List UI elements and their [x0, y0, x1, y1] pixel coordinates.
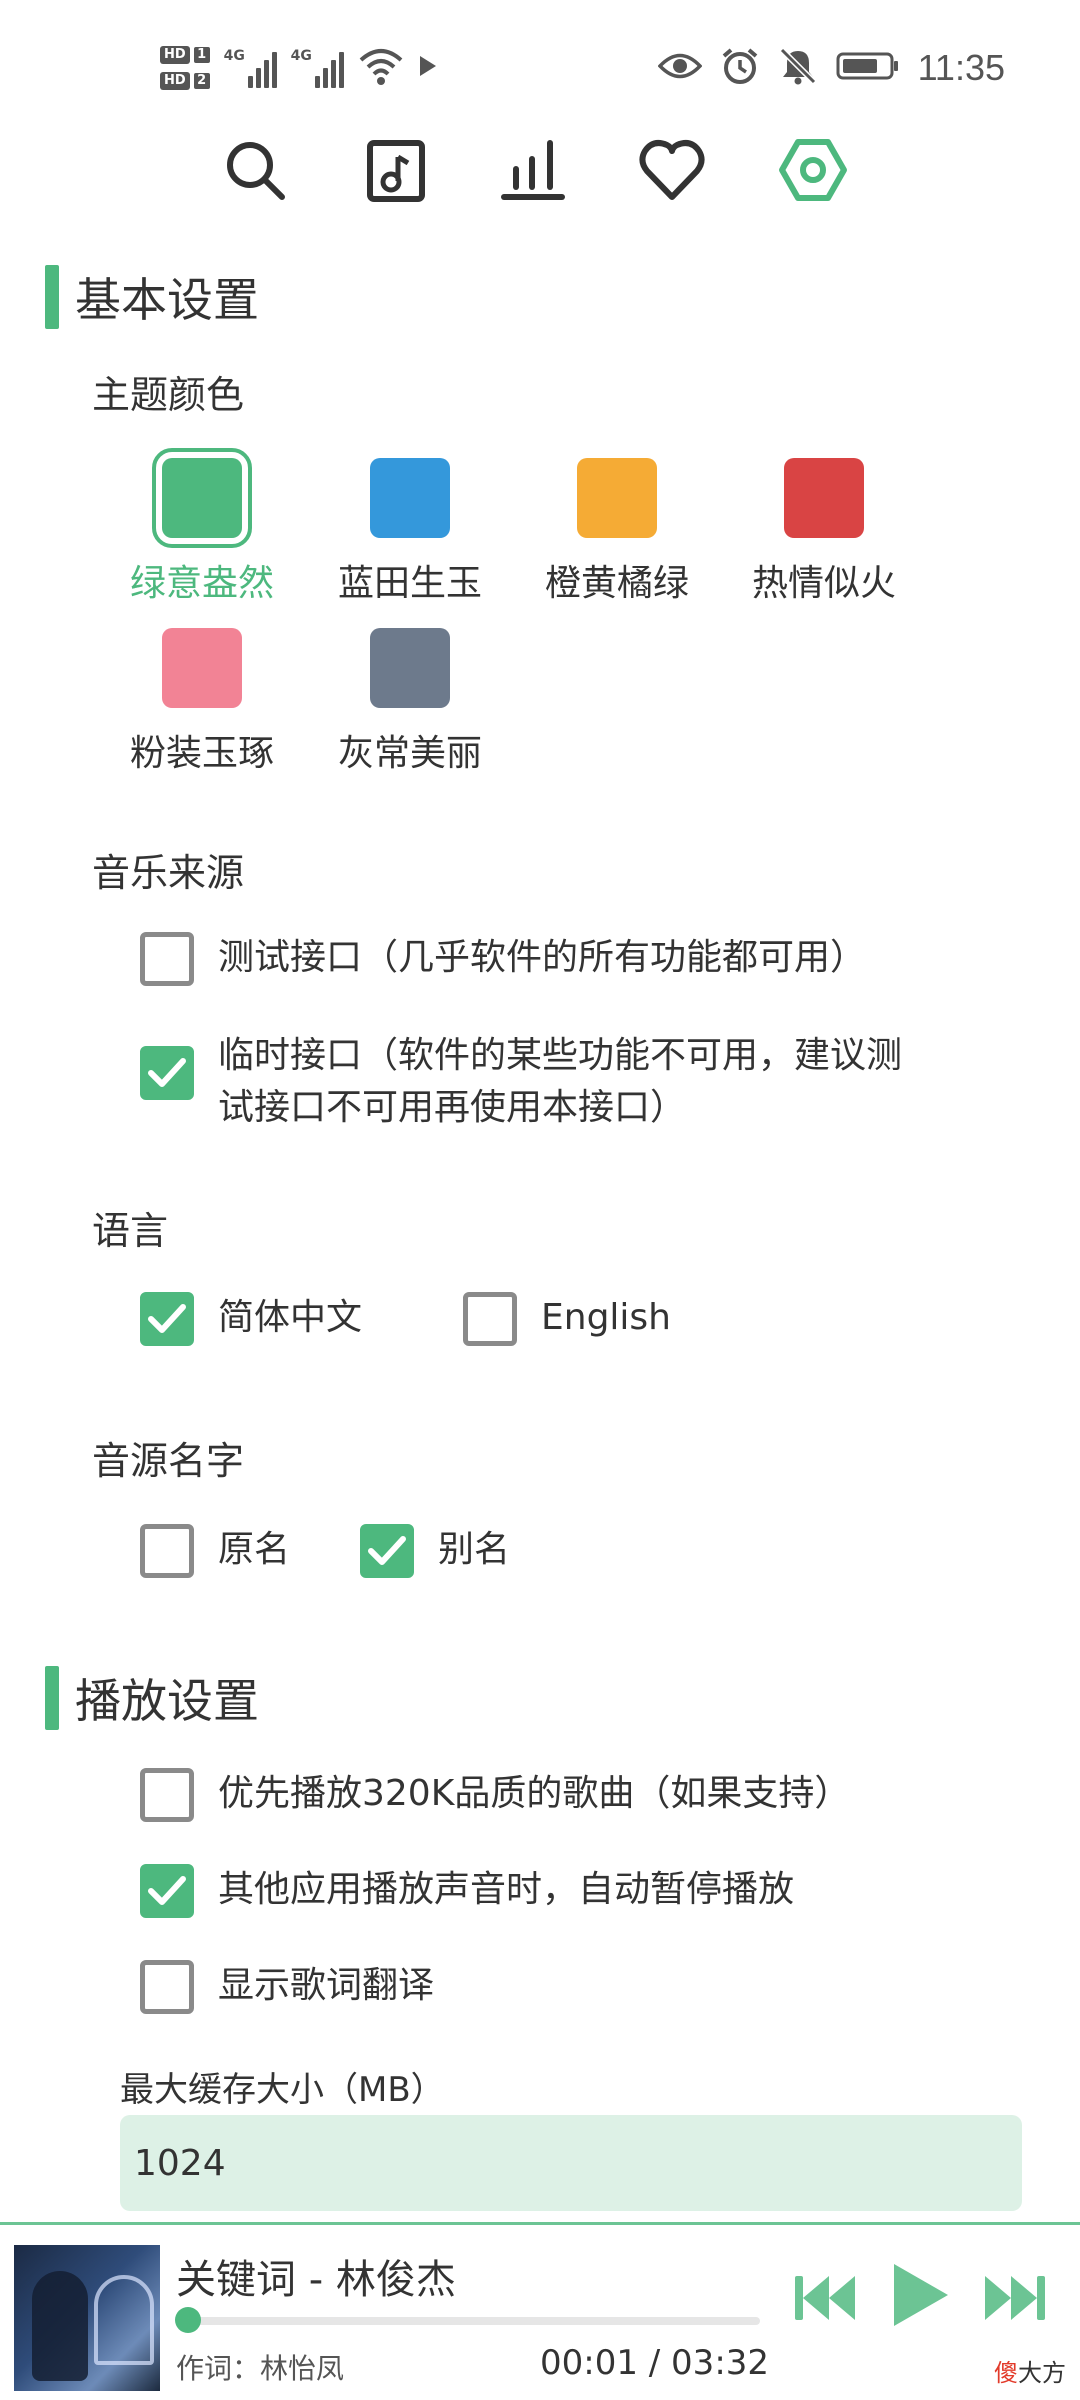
swatch-label: 橙黄橘绿: [544, 563, 689, 604]
play-button[interactable]: [880, 2255, 960, 2335]
language-en-option[interactable]: English: [463, 1292, 671, 1346]
chart-icon[interactable]: [493, 130, 573, 210]
check-icon: [148, 1304, 186, 1333]
mini-player: 关键词 - 林俊杰 作词：林怡凤 00:01 / 03:32 傻大方: [0, 2222, 1080, 2400]
name-alias-option[interactable]: 别名: [360, 1524, 510, 1578]
option-label: 其他应用播放声音时，自动暂停播放: [218, 1869, 795, 1910]
play-auto-pause-option[interactable]: 其他应用播放声音时，自动暂停播放: [140, 1864, 794, 1918]
swatch-color: [162, 628, 242, 708]
source-test-option[interactable]: 测试接口（几乎软件的所有功能都可用）: [140, 932, 866, 986]
checkbox[interactable]: [463, 1292, 517, 1346]
swatch-label: 蓝田生玉: [337, 563, 482, 604]
option-label: 简体中文: [218, 1297, 363, 1338]
name-original-option[interactable]: 原名: [140, 1524, 290, 1578]
search-icon[interactable]: [215, 130, 295, 210]
theme-green[interactable]: 绿意盎然: [102, 448, 302, 604]
cache-size-label: 最大缓存大小（MB）: [120, 2070, 445, 2110]
play-settings-header: 播放设置: [45, 1666, 259, 1730]
lyricist: 作词：林怡凤: [176, 2352, 345, 2385]
checkbox[interactable]: [140, 932, 194, 986]
checkbox[interactable]: [140, 1864, 194, 1918]
section-title: 基本设置: [75, 273, 259, 327]
play-time: 00:01 / 03:32: [540, 2343, 770, 2383]
swatch-color: [784, 458, 864, 538]
checkbox[interactable]: [140, 1768, 194, 1822]
status-bar: HD 1 HD 2 4G 4G 11:35: [0, 0, 1080, 130]
clock: 11:35: [917, 47, 1005, 88]
swatch-color: [577, 458, 657, 538]
theme-blue[interactable]: 蓝田生玉: [310, 458, 510, 604]
option-label: 原名: [218, 1529, 291, 1570]
source-name-label: 音源名字: [92, 1439, 245, 1483]
checkbox[interactable]: [140, 1960, 194, 2014]
checkbox[interactable]: [360, 1524, 414, 1578]
theme-pink[interactable]: 粉装玉琢: [102, 628, 302, 774]
next-button[interactable]: [980, 2263, 1050, 2333]
play-320k-option[interactable]: 优先播放320K品质的歌曲（如果支持）: [140, 1768, 850, 1822]
hd2-badge: HD 2: [160, 72, 210, 90]
eye-icon: [657, 51, 702, 85]
mute-icon: [778, 46, 818, 90]
checkbox[interactable]: [140, 1292, 194, 1346]
play-indicator-icon: [418, 54, 438, 82]
next-icon: [985, 2276, 1045, 2320]
option-label-line1: 临时接口（软件的某些功能不可用，建议测: [218, 1035, 903, 1076]
basic-settings-header: 基本设置: [45, 265, 259, 329]
check-icon: [148, 1058, 186, 1087]
option-label: 优先播放320K品质的歌曲（如果支持）: [218, 1773, 851, 1814]
swatch-label: 热情似火: [751, 563, 896, 604]
play-lyric-translate-option[interactable]: 显示歌词翻译: [140, 1960, 434, 2014]
source-temp-option[interactable]: 临时接口（软件的某些功能不可用，建议测 试接口不可用再使用本接口）: [140, 1030, 902, 1134]
hd1-badge: HD 1: [160, 46, 210, 64]
option-label: English: [541, 1297, 671, 1338]
swatch-color: [370, 628, 450, 708]
progress-bar[interactable]: [174, 2307, 760, 2333]
swatch-label: 粉装玉琢: [129, 733, 274, 774]
checkbox[interactable]: [140, 1524, 194, 1578]
song-title: 关键词 - 林俊杰: [176, 2257, 456, 2303]
album-art[interactable]: [14, 2245, 160, 2391]
section-title: 播放设置: [75, 1674, 259, 1728]
swatch-color: [370, 458, 450, 538]
section-accent-bar: [45, 265, 59, 329]
previous-button[interactable]: [790, 2263, 860, 2333]
theme-gray[interactable]: 灰常美丽: [310, 628, 510, 774]
settings-icon[interactable]: [773, 130, 853, 210]
swatch-label: 绿意盎然: [129, 563, 274, 604]
play-icon: [894, 2264, 948, 2326]
music-source-label: 音乐来源: [92, 851, 245, 895]
language-label: 语言: [92, 1209, 169, 1253]
option-label: 显示歌词翻译: [218, 1965, 435, 2006]
alarm-icon: [720, 46, 760, 90]
cache-size-input[interactable]: [120, 2115, 1022, 2211]
check-icon: [148, 1876, 186, 1905]
battery-icon: [836, 51, 900, 85]
option-label: 别名: [438, 1529, 511, 1570]
music-file-icon[interactable]: [355, 130, 435, 210]
top-nav: [0, 120, 1080, 220]
section-accent-bar: [45, 1666, 59, 1730]
option-label-line2: 试接口不可用再使用本接口）: [218, 1087, 687, 1128]
status-left: HD 1 HD 2 4G 4G: [160, 38, 438, 98]
check-icon: [368, 1536, 406, 1565]
status-right: 11:35: [657, 40, 1005, 96]
checkbox[interactable]: [140, 1046, 194, 1100]
theme-red[interactable]: 热情似火: [724, 458, 924, 604]
signal-2-icon: 4G: [291, 48, 344, 88]
theme-color-label: 主题颜色: [92, 373, 245, 417]
wifi-icon: [358, 46, 404, 90]
option-label: 临时接口（软件的某些功能不可用，建议测 试接口不可用再使用本接口）: [218, 1030, 902, 1134]
app-root: HD 1 HD 2 4G 4G 11:35 基本设置 主题颜色 绿意盎然 蓝田生…: [0, 0, 1080, 2400]
swatch-color: [152, 448, 252, 548]
progress-handle[interactable]: [174, 2307, 201, 2333]
watermark: 傻大方: [994, 2359, 1066, 2387]
option-label: 测试接口（几乎软件的所有功能都可用）: [218, 937, 867, 978]
signal-1-icon: 4G: [224, 48, 277, 88]
previous-icon: [795, 2276, 855, 2320]
heart-icon[interactable]: [632, 130, 712, 210]
theme-orange[interactable]: 橙黄橘绿: [517, 458, 717, 604]
swatch-label: 灰常美丽: [337, 733, 482, 774]
hd-indicators: HD 1 HD 2: [160, 46, 210, 90]
language-zh-option[interactable]: 简体中文: [140, 1292, 362, 1346]
